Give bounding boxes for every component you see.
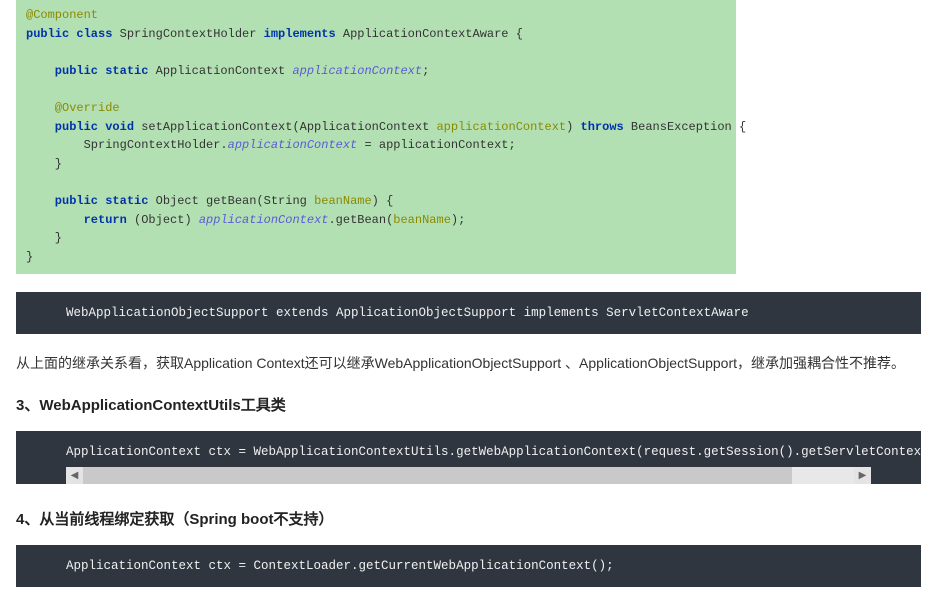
scroll-track[interactable] bbox=[83, 467, 854, 484]
code-line: ApplicationContext ctx = WebApplicationC… bbox=[16, 431, 921, 463]
param: beanName bbox=[393, 213, 451, 227]
code: ); bbox=[451, 213, 465, 227]
keyword: public class bbox=[26, 27, 112, 41]
annotation: @Override bbox=[26, 101, 120, 115]
param: applicationContext bbox=[436, 120, 566, 134]
heading-section-4: 4、从当前线程绑定获取（Spring boot不支持） bbox=[16, 508, 921, 529]
scroll-right-arrow[interactable]: ▶ bbox=[854, 467, 871, 484]
code-line: WebApplicationObjectSupport extends Appl… bbox=[66, 306, 749, 320]
code: } bbox=[26, 231, 62, 245]
code: ) bbox=[566, 120, 580, 134]
keyword: public static bbox=[26, 64, 148, 78]
code-block-contextloader: ApplicationContext ctx = ContextLoader.g… bbox=[16, 545, 921, 587]
scroll-thumb[interactable] bbox=[83, 467, 792, 484]
keyword: throws bbox=[581, 120, 624, 134]
code: .getBean( bbox=[328, 213, 393, 227]
code: BeansException { bbox=[624, 120, 746, 134]
code: } bbox=[26, 157, 62, 171]
code: SpringContextHolder. bbox=[26, 138, 228, 152]
code: } bbox=[26, 250, 33, 264]
keyword: implements bbox=[264, 27, 336, 41]
code-line: ApplicationContext ctx = ContextLoader.g… bbox=[66, 559, 614, 573]
code-block-inheritance: WebApplicationObjectSupport extends Appl… bbox=[16, 292, 921, 334]
heading-section-3: 3、WebApplicationContextUtils工具类 bbox=[16, 394, 921, 415]
code-block-webapp-utils: ApplicationContext ctx = WebApplicationC… bbox=[16, 431, 921, 484]
code: ApplicationContext bbox=[148, 64, 292, 78]
keyword: public void bbox=[26, 120, 134, 134]
code: setApplicationContext(ApplicationContext bbox=[134, 120, 436, 134]
java-code-block: @Component public class SpringContextHol… bbox=[16, 0, 736, 274]
code: ApplicationContextAware { bbox=[336, 27, 523, 41]
scroll-left-arrow[interactable]: ◀ bbox=[66, 467, 83, 484]
keyword: return bbox=[26, 213, 127, 227]
code: ) { bbox=[372, 194, 394, 208]
field: applicationContext bbox=[292, 64, 422, 78]
annotation: @Component bbox=[26, 8, 98, 22]
paragraph-explanation: 从上面的继承关系看，获取Application Context还可以继承WebA… bbox=[16, 352, 921, 376]
horizontal-scrollbar[interactable]: ◀ ▶ bbox=[66, 467, 871, 484]
param: beanName bbox=[314, 194, 372, 208]
code: SpringContextHolder bbox=[112, 27, 263, 41]
keyword: public static bbox=[26, 194, 148, 208]
code: Object getBean(String bbox=[148, 194, 314, 208]
code: = applicationContext; bbox=[357, 138, 515, 152]
field: applicationContext bbox=[228, 138, 358, 152]
field: applicationContext bbox=[199, 213, 329, 227]
code: (Object) bbox=[127, 213, 199, 227]
code: ; bbox=[422, 64, 429, 78]
